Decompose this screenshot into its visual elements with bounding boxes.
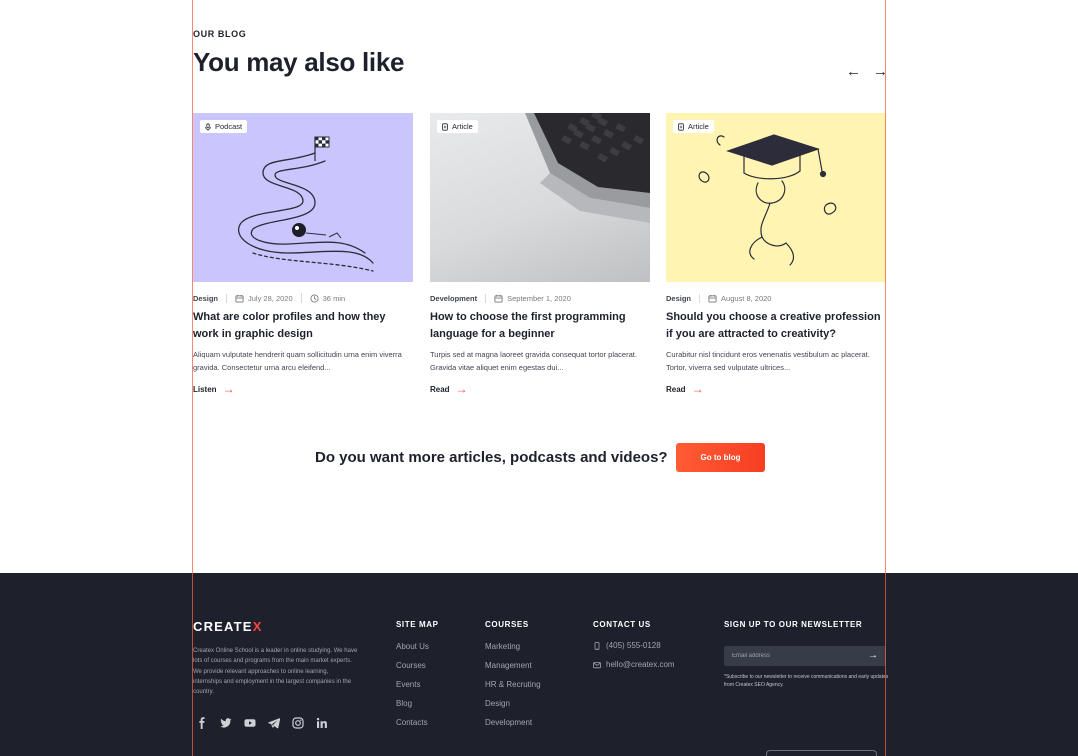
newsletter-note: *Subscribe to our newsletter to receive …	[724, 674, 889, 688]
file-icon	[678, 122, 684, 131]
card-link-label: Listen	[193, 384, 217, 394]
card-category[interactable]: Design	[193, 293, 228, 303]
card-badge-label: Article	[688, 122, 709, 131]
section-heading: You may also like	[193, 47, 405, 77]
cta-text: Do you want more articles, podcasts and …	[315, 449, 668, 466]
card-badge: Podcast	[200, 120, 248, 133]
facebook-icon[interactable]	[195, 716, 208, 729]
card-thumbnail[interactable]: Article	[430, 113, 650, 282]
go-to-blog-button[interactable]: Go to blog	[676, 443, 765, 472]
race-track-illustration	[238, 136, 374, 272]
blog-card-article-creativity[interactable]: Article Design August 8, 2020 Should you…	[666, 113, 886, 396]
blog-card-article-programming[interactable]: Article Development September 1, 2020 Ho…	[430, 113, 650, 396]
contact-title: CONTACT US	[593, 620, 651, 629]
sitemap-link-contacts[interactable]: Contacts	[396, 718, 429, 737]
course-link-development[interactable]: Development	[485, 718, 541, 737]
laptop-photo	[525, 113, 650, 223]
card-thumbnail[interactable]: Podcast	[193, 113, 413, 282]
blog-card-podcast[interactable]: Podcast Design July 28, 2020 36 min What…	[193, 113, 413, 396]
course-link-hr[interactable]: HR & Recruting	[485, 680, 541, 699]
sitemap-link-blog[interactable]: Blog	[396, 699, 429, 718]
contact-email-text: hello@createx.com	[606, 660, 675, 669]
courses-title: COURSES	[485, 620, 529, 629]
footer-partial-box	[766, 750, 877, 756]
arrow-right-icon: →	[691, 382, 704, 396]
card-date: July 28, 2020	[235, 294, 293, 303]
newsletter-title: SIGN UP TO OUR NEWSLETTER	[724, 620, 863, 629]
youtube-icon[interactable]	[243, 716, 256, 729]
card-date: September 1, 2020	[494, 294, 571, 303]
contact-phone[interactable]: (405) 555-0128	[593, 641, 661, 650]
footer-about-text: Createx Online School is a leader in onl…	[193, 648, 358, 696]
card-category[interactable]: Development	[430, 293, 487, 303]
sitemap-link-about-us[interactable]: About Us	[396, 642, 429, 661]
card-badge-label: Article	[452, 122, 473, 131]
course-link-design[interactable]: Design	[485, 699, 541, 718]
course-link-management[interactable]: Management	[485, 661, 541, 680]
card-read-link[interactable]: Read →	[430, 382, 650, 396]
meta-divider	[300, 293, 302, 303]
card-badge: Article	[673, 120, 714, 133]
layout-guide-left	[192, 0, 193, 756]
telegram-icon[interactable]	[267, 716, 280, 729]
graduate-illustration	[698, 134, 837, 266]
card-excerpt: Curabitur nisl tincidunt eros venenatis …	[666, 350, 870, 372]
card-thumbnail[interactable]: Article	[666, 113, 886, 282]
card-badge: Article	[437, 120, 478, 133]
layout-guide-right	[885, 0, 886, 756]
card-title[interactable]: Should you choose a creative profession …	[666, 309, 886, 343]
file-icon	[442, 122, 448, 131]
contact-phone-text: (405) 555-0128	[606, 641, 661, 650]
phone-icon	[594, 641, 600, 650]
sitemap-list: About Us Courses Events Blog Contacts	[396, 642, 429, 737]
card-meta: Design August 8, 2020	[666, 293, 886, 303]
section-eyebrow: OUR BLOG	[193, 29, 247, 39]
sitemap-title: SITE MAP	[396, 620, 439, 629]
linkedin-icon[interactable]	[315, 716, 328, 729]
logo-text: CREATE	[193, 619, 253, 634]
footer: CREATEX Createx Online School is a leade…	[0, 573, 1078, 756]
microphone-icon	[205, 122, 211, 131]
card-link-label: Read	[430, 384, 450, 394]
card-duration: 36 min	[310, 293, 346, 303]
courses-list: Marketing Management HR & Recruting Desi…	[485, 642, 541, 737]
newsletter-email-input[interactable]	[724, 646, 886, 666]
card-excerpt: Turpis sed at magna laoreet gravida cons…	[430, 350, 637, 372]
card-title[interactable]: What are color profiles and how they wor…	[193, 309, 413, 343]
social-links	[195, 716, 328, 729]
card-link-label: Read	[666, 384, 686, 394]
arrow-right-icon: →	[222, 382, 235, 396]
calendar-icon	[494, 294, 503, 303]
card-date-text: September 1, 2020	[507, 293, 571, 303]
calendar-icon	[235, 294, 244, 303]
clock-icon	[310, 293, 319, 303]
carousel-prev-button[interactable]: ←	[846, 63, 861, 80]
card-date: August 8, 2020	[708, 294, 771, 303]
card-duration-text: 36 min	[322, 293, 346, 303]
instagram-icon[interactable]	[291, 716, 304, 729]
newsletter-submit-arrow-icon[interactable]: →	[868, 650, 878, 661]
card-title[interactable]: How to choose the first programming lang…	[430, 309, 650, 343]
card-meta: Development September 1, 2020	[430, 293, 650, 303]
logo-accent: X	[252, 619, 263, 634]
course-link-marketing[interactable]: Marketing	[485, 642, 541, 661]
sitemap-link-courses[interactable]: Courses	[396, 661, 429, 680]
sitemap-link-events[interactable]: Events	[396, 680, 429, 699]
arrow-right-icon: →	[455, 382, 468, 396]
card-meta: Design July 28, 2020 36 min	[193, 293, 413, 303]
card-badge-label: Podcast	[215, 122, 243, 131]
twitter-icon[interactable]	[219, 716, 232, 729]
card-read-link[interactable]: Read →	[666, 382, 886, 396]
mail-icon	[593, 661, 601, 668]
card-date-text: July 28, 2020	[248, 293, 293, 303]
footer-logo[interactable]: CREATEX	[193, 619, 263, 634]
card-category[interactable]: Design	[666, 293, 701, 303]
calendar-icon	[708, 294, 717, 303]
card-listen-link[interactable]: Listen →	[193, 382, 413, 396]
card-date-text: August 8, 2020	[721, 293, 772, 303]
contact-email[interactable]: hello@createx.com	[593, 660, 675, 669]
card-excerpt: Aliquam vulputate hendrerit quam sollici…	[193, 350, 402, 372]
